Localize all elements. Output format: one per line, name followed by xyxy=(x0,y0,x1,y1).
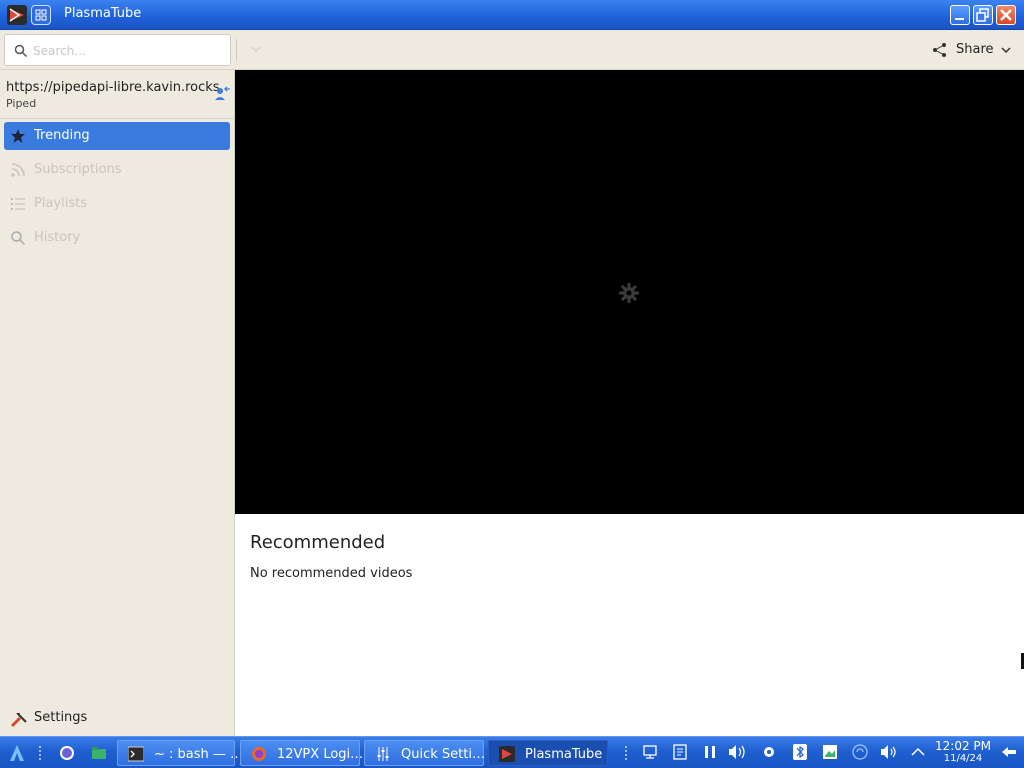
folder-icon[interactable] xyxy=(91,745,107,761)
clipboard-icon[interactable] xyxy=(672,744,688,760)
settings-sliders-icon xyxy=(377,747,389,761)
taskbar-separator-icon xyxy=(39,746,41,760)
sidebar-item-subscriptions[interactable]: Subscriptions xyxy=(4,156,230,184)
clock-date: 11/4/24 xyxy=(943,753,983,764)
pause-icon[interactable] xyxy=(702,744,718,760)
system-settings-icon[interactable] xyxy=(761,744,777,760)
browser-launcher-icon[interactable] xyxy=(59,745,75,761)
instance-type: Piped xyxy=(6,97,37,110)
task-plasmatube[interactable]: PlasmaTube xyxy=(488,740,608,766)
clock[interactable]: 12:02 PM 11/4/24 xyxy=(934,740,992,765)
task-label: PlasmaTube xyxy=(525,747,603,762)
sidebar-item-trending[interactable]: Trending xyxy=(4,122,230,150)
search-icon xyxy=(11,231,26,246)
share-label: Share xyxy=(956,42,994,57)
task-label: 12VPX Logi… xyxy=(277,747,364,762)
chevron-down-icon[interactable] xyxy=(250,44,262,54)
sidebar-item-history[interactable]: History xyxy=(4,224,230,252)
sidebar-item-label: History xyxy=(34,230,81,245)
sidebar-item-playlists[interactable]: Playlists xyxy=(4,190,230,218)
window-title: PlasmaTube xyxy=(64,6,142,21)
close-button[interactable] xyxy=(996,5,1016,25)
toolbar: Share xyxy=(0,30,1024,70)
loading-spinner-icon xyxy=(619,283,639,303)
maximize-button[interactable] xyxy=(973,5,993,25)
star-icon xyxy=(11,129,25,143)
settings-button[interactable]: Settings xyxy=(8,708,208,730)
task-terminal[interactable]: ~ : bash — … xyxy=(117,740,243,766)
search-icon xyxy=(14,44,28,58)
chevron-up-icon[interactable] xyxy=(910,744,926,760)
task-quick-settings[interactable]: Quick Setti… xyxy=(364,740,485,766)
plasmatube-app-icon[interactable] xyxy=(7,5,27,25)
network-icon[interactable] xyxy=(642,744,658,760)
settings-tools-icon xyxy=(10,713,27,728)
instance-info: https://pipedapi-libre.kavin.rocks Piped xyxy=(6,80,221,110)
plasmatube-icon xyxy=(499,746,515,762)
window-menu-icon[interactable] xyxy=(31,5,51,25)
sidebar-item-label: Playlists xyxy=(34,196,87,211)
sidebar-separator xyxy=(0,118,234,119)
settings-label: Settings xyxy=(34,710,88,725)
volume-icon[interactable] xyxy=(880,744,900,760)
toolbar-separator xyxy=(236,39,237,61)
terminal-icon xyxy=(128,746,144,762)
taskbar: ~ : bash — … 12VPX Logi… Quick Setti… Pl… xyxy=(0,736,1024,768)
minimize-button[interactable] xyxy=(950,5,970,25)
switch-account-icon[interactable] xyxy=(214,84,232,102)
recommended-empty-message: No recommended videos xyxy=(250,566,413,581)
bluetooth-icon[interactable] xyxy=(792,744,808,760)
task-label: ~ : bash — … xyxy=(154,747,244,762)
firefox-icon xyxy=(252,747,266,761)
video-player[interactable] xyxy=(235,70,1024,514)
media-volume-icon[interactable] xyxy=(728,744,750,760)
plasmatube-window: PlasmaTube Share https://pipedapi-libre.… xyxy=(0,0,1024,736)
chevron-down-icon xyxy=(1001,47,1011,54)
recommended-heading: Recommended xyxy=(250,532,386,553)
task-label: Quick Setti… xyxy=(401,747,485,762)
sidebar-item-label: Subscriptions xyxy=(34,162,122,177)
instance-url: https://pipedapi-libre.kavin.rocks xyxy=(6,80,220,95)
screenshot-icon[interactable] xyxy=(822,744,838,760)
app-launcher-icon[interactable] xyxy=(8,743,26,763)
updates-icon[interactable] xyxy=(852,744,868,760)
rss-icon xyxy=(11,163,25,177)
search-input[interactable] xyxy=(33,41,223,61)
share-button[interactable]: Share xyxy=(928,36,1018,64)
title-bar[interactable]: PlasmaTube xyxy=(0,0,1024,30)
search-box[interactable] xyxy=(4,34,231,66)
playlist-icon xyxy=(11,198,25,210)
clock-time: 12:02 PM xyxy=(935,739,991,753)
sidebar: https://pipedapi-libre.kavin.rocks Piped… xyxy=(0,70,235,736)
share-icon xyxy=(933,43,946,57)
show-desktop-icon[interactable] xyxy=(1000,744,1018,760)
taskbar-separator-icon xyxy=(625,746,627,760)
task-firefox[interactable]: 12VPX Logi… xyxy=(240,740,364,766)
sidebar-item-label: Trending xyxy=(34,128,90,143)
